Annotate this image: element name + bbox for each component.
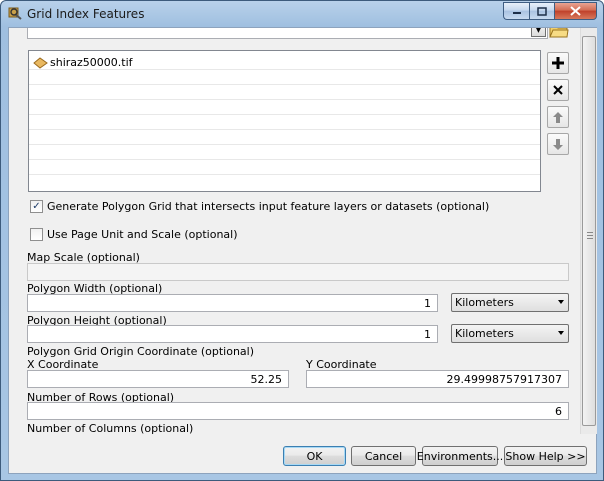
environments-button[interactable]: Environments... [417,446,503,466]
chevron-down-icon [558,300,564,304]
tool-icon [8,7,22,20]
rows-field[interactable]: 6 [27,402,569,420]
polygon-width-unit-select[interactable]: Kilometers [451,293,569,312]
polygon-width-unit-value: Kilometers [455,296,514,309]
open-folder-icon[interactable] [549,28,569,39]
scrollbar-thumb[interactable] [582,36,596,426]
remove-button[interactable] [547,79,569,101]
origin-label: Polygon Grid Origin Coordinate (optional… [27,345,255,358]
input-datasets-combo[interactable]: ▼ [27,28,548,39]
close-button[interactable] [554,2,597,20]
use-page-unit-checkbox[interactable] [30,228,43,241]
generate-grid-label: Generate Polygon Grid that intersects in… [47,200,490,213]
cancel-button[interactable]: Cancel [351,446,416,466]
chevron-down-icon[interactable]: ▼ [531,28,546,37]
grip-icon [587,232,593,239]
dialog-window: Grid Index Features ▼ shiraz50000.tif ✓ … [0,0,604,481]
maximize-button[interactable] [529,2,554,20]
close-x-icon [570,6,581,16]
arrow-up-icon [553,111,563,123]
arrow-down-icon [553,138,563,150]
vertical-scrollbar[interactable] [580,28,597,434]
chevron-down-icon [558,331,564,335]
move-down-button[interactable] [547,133,569,155]
add-button[interactable] [547,52,569,74]
polygon-height-unit-select[interactable]: Kilometers [451,324,569,343]
maximize-icon [537,6,547,16]
title-bar[interactable]: Grid Index Features [1,1,603,27]
dialog-client-area: ▼ shiraz50000.tif ✓ Generate Polygon Gri… [8,27,597,474]
x-coordinate-field[interactable]: 52.25 [27,370,289,388]
map-scale-field [27,263,569,281]
list-item-label: shiraz50000.tif [50,56,133,69]
polygon-width-field[interactable]: 1 [27,294,438,312]
raster-layer-icon [33,56,48,69]
ok-button[interactable]: OK [283,446,346,466]
move-up-button[interactable] [547,106,569,128]
use-page-unit-option[interactable]: Use Page Unit and Scale (optional) [30,228,238,241]
input-features-list[interactable]: shiraz50000.tif [28,50,541,192]
minimize-icon [512,12,521,14]
generate-grid-checkbox[interactable]: ✓ [30,200,43,213]
polygon-height-field[interactable]: 1 [27,325,438,343]
polygon-height-unit-value: Kilometers [455,327,514,340]
list-item[interactable]: shiraz50000.tif [33,55,133,70]
minimize-button[interactable] [503,2,529,20]
close-icon [553,85,563,95]
columns-label: Number of Columns (optional) [27,422,194,434]
show-help-button[interactable]: Show Help >> [504,446,587,466]
plus-icon [552,57,564,69]
use-page-unit-label: Use Page Unit and Scale (optional) [47,228,238,241]
window-title: Grid Index Features [27,7,145,21]
y-coordinate-field[interactable]: 29.49998757917307 [306,370,569,388]
generate-grid-option[interactable]: ✓ Generate Polygon Grid that intersects … [30,200,489,213]
parameters-panel: ▼ shiraz50000.tif ✓ Generate Polygon Gri… [9,28,580,434]
